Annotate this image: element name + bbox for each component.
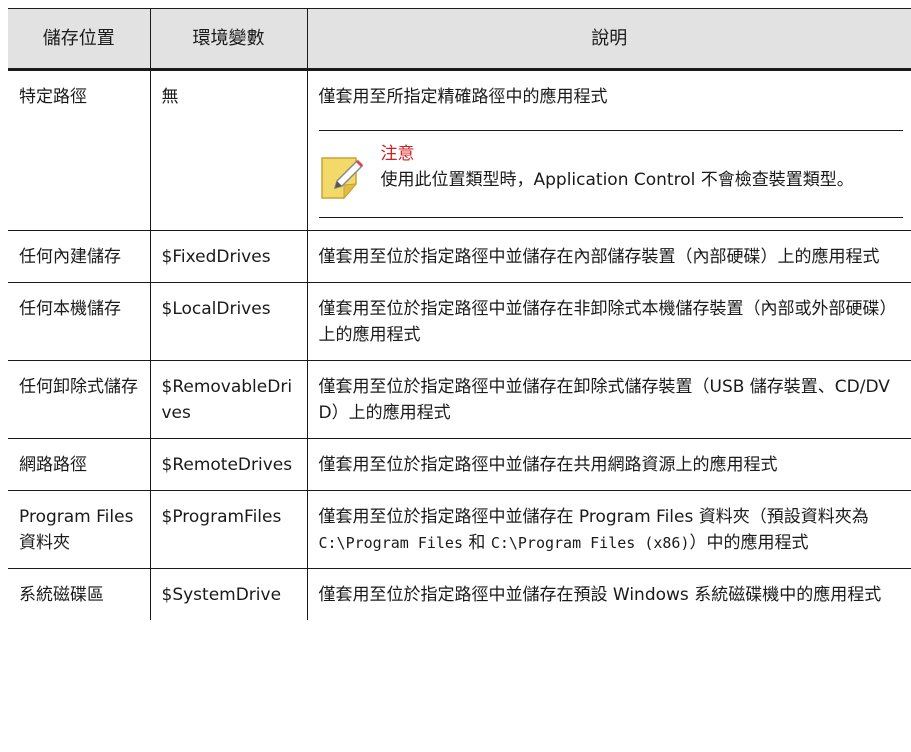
description-text: 僅套用至所指定精確路徑中的應用程式 [318, 87, 608, 107]
table-row: 特定路徑 無 僅套用至所指定精確路徑中的應用程式 注意 使用此位置類型時，App… [8, 69, 911, 231]
table-header-row: 儲存位置 環境變數 說明 [8, 8, 911, 71]
variable-cell: 無 [149, 69, 308, 231]
description-text-post: ）中的應用程式 [689, 533, 809, 553]
note-text: 使用此位置類型時，Application Control 不會檢查裝置類型。 [380, 170, 854, 190]
header-storage-location: 儲存位置 [8, 8, 151, 71]
table-row: 任何內建儲存 $FixedDrives 僅套用至位於指定路徑中並儲存在內部儲存裝… [8, 230, 911, 283]
variable-cell: $ProgramFiles [149, 490, 308, 569]
variable-cell: $RemovableDrives [149, 360, 308, 439]
variable-cell: $LocalDrives [149, 282, 308, 361]
location-cell: 網路路徑 [8, 438, 151, 491]
storage-location-table: 儲存位置 環境變數 說明 特定路徑 無 僅套用至所指定精確路徑中的應用程式 注意… [8, 8, 911, 620]
header-environment-variable: 環境變數 [149, 8, 308, 71]
variable-cell: $FixedDrives [149, 230, 308, 283]
path-program-files: C:\Program Files [318, 534, 464, 552]
location-cell: 特定路徑 [8, 69, 151, 231]
description-cell: 僅套用至位於指定路徑中並儲存在預設 Windows 系統磁碟機中的應用程式 [306, 568, 911, 620]
variable-cell: $RemoteDrives [149, 438, 308, 491]
description-cell: 僅套用至位於指定路徑中並儲存在 Program Files 資料夾（預設資料夾為… [306, 490, 911, 569]
variable-cell: $SystemDrive [149, 568, 308, 620]
description-text-mid: 和 [463, 533, 491, 553]
description-text-pre: 僅套用至位於指定路徑中並儲存在 Program Files 資料夾（預設資料夾為 [318, 507, 869, 527]
location-cell: 任何本機儲存 [8, 282, 151, 361]
location-cell: 任何卸除式儲存 [8, 360, 151, 439]
description-cell: 僅套用至位於指定路徑中並儲存在共用網路資源上的應用程式 [306, 438, 911, 491]
note-box: 注意 使用此位置類型時，Application Control 不會檢查裝置類型… [318, 130, 903, 218]
table-row: 任何本機儲存 $LocalDrives 僅套用至位於指定路徑中並儲存在非卸除式本… [8, 282, 911, 361]
note-title: 注意 [380, 144, 415, 164]
table-row: 任何卸除式儲存 $RemovableDrives 僅套用至位於指定路徑中並儲存在… [8, 360, 911, 439]
description-cell: 僅套用至位於指定路徑中並儲存在卸除式儲存裝置（USB 儲存裝置、CD/DVD）上… [306, 360, 911, 439]
note-pencil-icon [319, 141, 381, 209]
location-cell: 系統磁碟區 [8, 568, 151, 620]
table-row: Program Files 資料夾 $ProgramFiles 僅套用至位於指定… [8, 490, 911, 569]
description-cell: 僅套用至位於指定路徑中並儲存在內部儲存裝置（內部硬碟）上的應用程式 [306, 230, 911, 283]
table-row: 網路路徑 $RemoteDrives 僅套用至位於指定路徑中並儲存在共用網路資源… [8, 438, 911, 491]
table-row: 系統磁碟區 $SystemDrive 僅套用至位於指定路徑中並儲存在預設 Win… [8, 568, 911, 620]
location-cell: 任何內建儲存 [8, 230, 151, 283]
header-description: 說明 [306, 8, 911, 71]
description-cell: 僅套用至位於指定路徑中並儲存在非卸除式本機儲存裝置（內部或外部硬碟）上的應用程式 [306, 282, 911, 361]
location-cell: Program Files 資料夾 [8, 490, 151, 569]
path-program-files-x86: C:\Program Files (x86) [490, 534, 690, 552]
description-cell: 僅套用至所指定精確路徑中的應用程式 注意 使用此位置類型時，Applicatio… [306, 69, 911, 231]
